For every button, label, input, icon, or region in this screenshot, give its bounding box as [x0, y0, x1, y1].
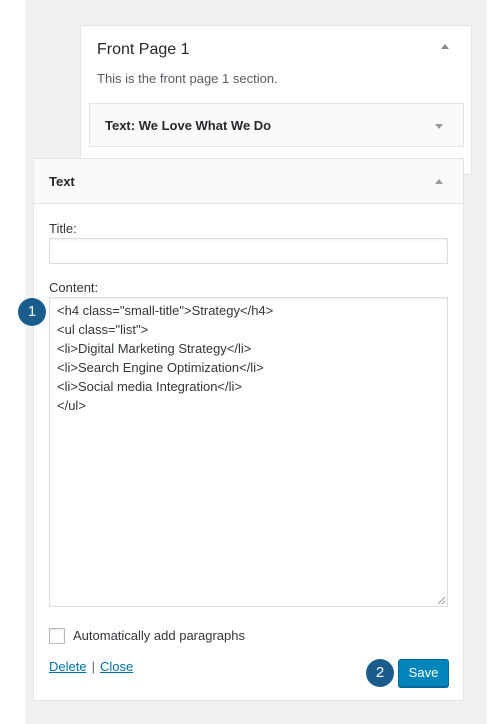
auto-paragraphs-checkbox[interactable] — [49, 628, 65, 644]
content-label: Content: — [49, 280, 99, 295]
title-label: Title: — [49, 221, 77, 236]
content-textarea[interactable] — [49, 297, 448, 607]
widget-control-links: Delete | Close — [49, 659, 133, 674]
collapsed-text-widget[interactable]: Text: We Love What We Do — [89, 103, 464, 147]
widget-header[interactable]: Text — [34, 159, 463, 204]
link-separator: | — [91, 659, 95, 674]
save-button[interactable]: Save — [398, 659, 449, 687]
widget-type-label: Text — [105, 118, 131, 133]
expand-arrow-icon[interactable] — [435, 124, 443, 129]
widget-header-title: Text — [49, 174, 75, 189]
auto-paragraphs-label: Automatically add paragraphs — [73, 628, 245, 643]
delete-link[interactable]: Delete — [49, 659, 87, 674]
step-marker-1: 1 — [18, 298, 46, 326]
widget-title-suffix: : We Love What We Do — [130, 118, 272, 133]
title-input[interactable] — [49, 238, 448, 264]
front-page-section-panel: Front Page 1 This is the front page 1 se… — [80, 25, 472, 175]
close-link[interactable]: Close — [100, 659, 133, 674]
section-title: Front Page 1 — [97, 41, 190, 58]
collapsed-widget-title: Text: We Love What We Do — [105, 118, 271, 133]
resize-handle-icon[interactable] — [437, 596, 446, 605]
step-marker-2: 2 — [366, 659, 394, 687]
collapse-arrow-icon[interactable] — [435, 179, 443, 184]
collapse-arrow-icon[interactable] — [441, 44, 449, 49]
text-widget-editor: Text Title: Content: Automatically add p… — [33, 158, 464, 701]
section-description: This is the front page 1 section. — [97, 71, 278, 86]
